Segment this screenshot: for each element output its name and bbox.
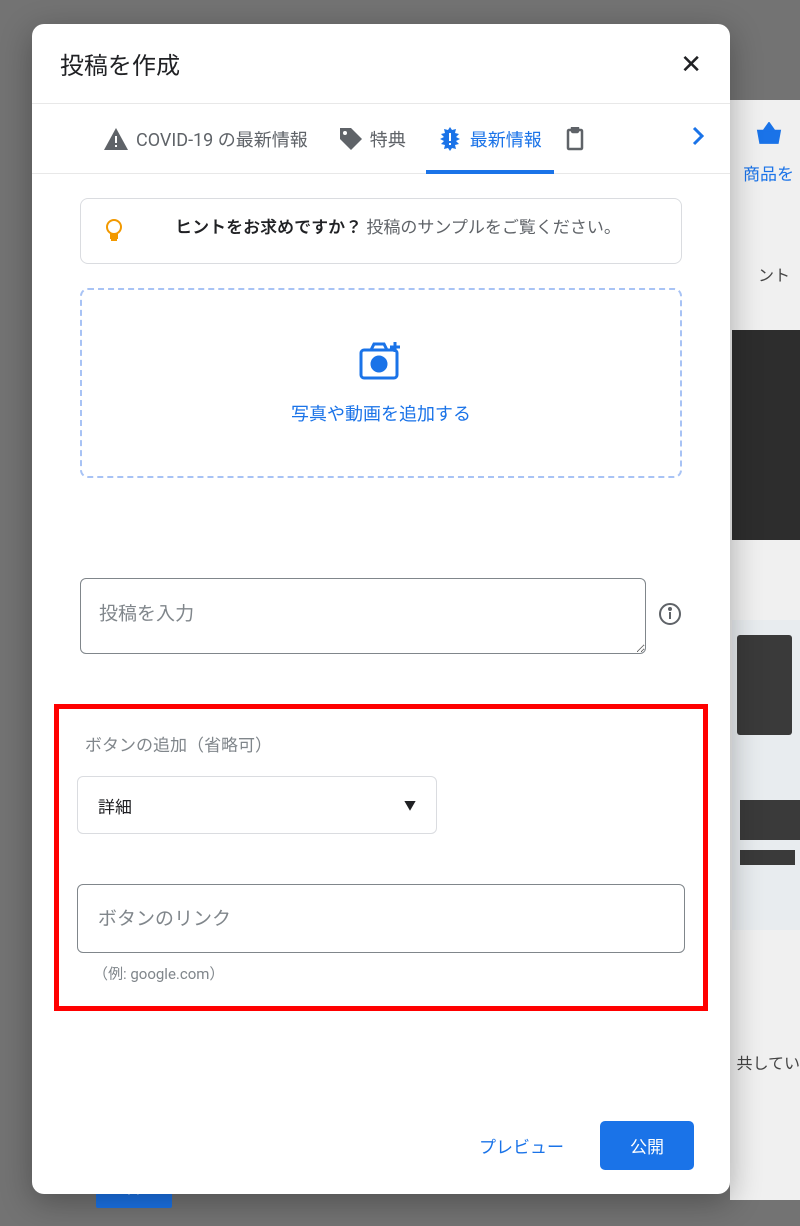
tag-icon [340,128,362,150]
button-link-input[interactable] [77,884,685,953]
modal-body: ヒントをお求めですか？ 投稿のサンプルをご覧ください。 写真や動画を追加する ボ… [32,174,730,1105]
tab-label: 最新情報 [470,126,542,152]
scroll-right-button[interactable] [686,126,710,151]
lightbulb-icon [103,217,125,247]
tab-offers[interactable]: 特典 [328,104,418,173]
post-textarea[interactable] [80,578,646,654]
tab-updates[interactable]: 最新情報 [426,104,554,173]
preview-button[interactable]: プレビュー [467,1123,576,1168]
chevron-right-icon [692,127,704,151]
bg-dark-image [732,330,800,540]
tip-rest: 投稿のサンプルをご覧ください。 [366,218,621,238]
close-button[interactable]: ✕ [680,51,702,77]
tip-text: ヒントをお求めですか？ 投稿のサンプルをご覧ください。 [137,215,659,242]
tab-label: COVID-19 の最新情報 [136,126,308,152]
basket-icon [756,122,782,148]
bg-text-fragment-2: 共してい [736,1050,800,1074]
bg-map-shape [740,850,795,865]
tab-label: 特典 [370,126,406,152]
clipboard-icon [566,127,584,151]
button-section-highlight: ボタンの追加（省略可） 詳細 ▼ （例: google.com） [54,704,708,1011]
modal-title: 投稿を作成 [60,46,180,81]
close-icon: ✕ [680,49,702,79]
camera-plus-icon [359,340,403,384]
tip-banner[interactable]: ヒントをお求めですか？ 投稿のサンプルをご覧ください。 [80,198,682,264]
link-hint: （例: google.com） [77,963,685,984]
button-section-label: ボタンの追加（省略可） [77,731,685,756]
tip-strong: ヒントをお求めですか？ [175,218,362,238]
tab-covid[interactable]: COVID-19 の最新情報 [92,104,320,173]
upload-label: 写真や動画を追加する [291,400,471,426]
bg-map-shape [740,800,800,840]
modal-footer: プレビュー 公開 [32,1105,730,1194]
warning-icon [104,128,128,150]
bg-text-fragment-1: ント [758,262,790,286]
publish-button[interactable]: 公開 [600,1121,694,1170]
caret-down-icon: ▼ [404,797,416,814]
bg-product-link: 商品を [743,160,794,185]
bg-map-shape [737,635,792,735]
info-icon[interactable] [658,602,682,630]
button-type-select[interactable]: 詳細 ▼ [77,776,437,834]
media-upload-area[interactable]: 写真や動画を追加する [80,288,682,478]
tab-events[interactable] [562,104,588,173]
post-input-row [80,578,682,654]
burst-icon [438,127,462,151]
tabs-bar: COVID-19 の最新情報 特典 最新情報 [32,104,730,174]
modal-header: 投稿を作成 ✕ [32,24,730,104]
create-post-modal: 投稿を作成 ✕ COVID-19 の最新情報 特典 最新情報 [32,24,730,1194]
select-value: 詳細 [98,793,132,818]
